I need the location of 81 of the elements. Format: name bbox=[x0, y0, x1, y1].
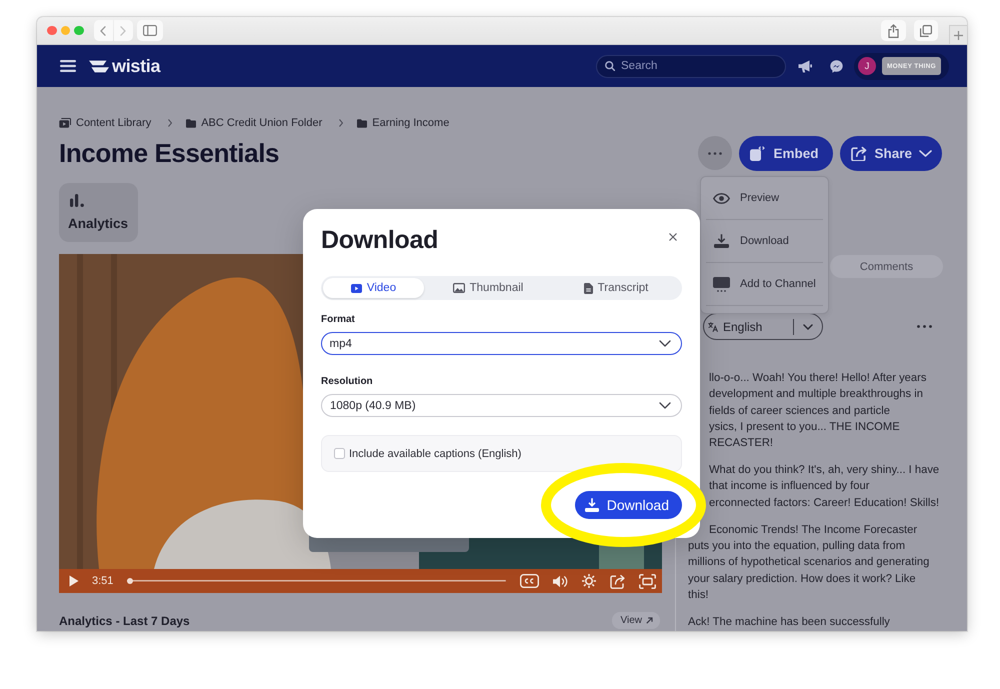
transcript-paragraph: llo-o-o... Woah! You there! Hello! After years development and multiple breakthroughs in fields of career sciences and particle ysics, I present to you... THE INCOME RECASTER! bbox=[709, 371, 926, 452]
close-icon[interactable] bbox=[669, 233, 677, 241]
progress-thumb[interactable] bbox=[127, 578, 134, 584]
more-icon bbox=[708, 152, 722, 154]
checkbox-label: Include available captions (English) bbox=[349, 448, 522, 460]
back-button[interactable] bbox=[94, 20, 112, 41]
plus-icon bbox=[954, 30, 963, 40]
embed-button[interactable]: Embed bbox=[739, 136, 834, 170]
folder-icon bbox=[357, 118, 368, 128]
select-field[interactable]: 1080p (40.9 MB) bbox=[321, 394, 682, 417]
menu-icon[interactable] bbox=[60, 60, 76, 72]
monitor-icon bbox=[713, 276, 730, 292]
sidebar-button[interactable] bbox=[136, 20, 162, 41]
share-icon bbox=[851, 146, 868, 160]
page-title: Income Essentials bbox=[59, 138, 280, 168]
more-icon[interactable] bbox=[917, 325, 932, 328]
eye-icon bbox=[713, 192, 730, 204]
select-field[interactable]: mp4 bbox=[321, 332, 682, 355]
field-label: Resolution bbox=[321, 376, 373, 388]
tab[interactable]: Video bbox=[323, 278, 424, 298]
transcript-paragraph: Ack! The machine has been successfully bbox=[688, 614, 890, 630]
checkbox[interactable] bbox=[334, 448, 345, 459]
share-icon[interactable] bbox=[610, 574, 625, 588]
folder-icon bbox=[186, 118, 196, 128]
captions-icon[interactable] bbox=[520, 574, 539, 588]
share-icon bbox=[888, 24, 899, 38]
breadcrumb-link[interactable]: ABC Credit Union Folder bbox=[186, 117, 322, 129]
chevron-right-icon bbox=[120, 26, 126, 36]
volume-icon[interactable] bbox=[553, 574, 568, 588]
share-button[interactable] bbox=[881, 20, 906, 41]
sidebar-icon bbox=[142, 25, 156, 36]
chevron-right-icon bbox=[168, 119, 172, 127]
download-icon bbox=[584, 498, 599, 512]
fullscreen-icon[interactable] bbox=[639, 574, 656, 588]
arrow-icon bbox=[646, 617, 653, 624]
dialog-title: Download bbox=[321, 228, 438, 253]
chevron-down-icon bbox=[659, 340, 671, 347]
progress-track[interactable] bbox=[127, 578, 506, 584]
megaphone-icon[interactable] bbox=[798, 60, 812, 72]
bar-chart-icon bbox=[70, 194, 85, 207]
breadcrumb-link[interactable]: Earning Income bbox=[357, 117, 450, 129]
document-icon bbox=[584, 282, 593, 294]
chevron-down-icon bbox=[919, 150, 932, 156]
tab[interactable]: Thumbnail bbox=[424, 278, 552, 298]
time-label: 3:51 bbox=[92, 575, 114, 587]
field-label: Format bbox=[321, 314, 355, 326]
play-icon[interactable] bbox=[69, 575, 79, 587]
image-icon bbox=[452, 283, 465, 293]
breadcrumb-link[interactable]: Content Library bbox=[59, 117, 152, 129]
chevron-right-icon bbox=[339, 119, 344, 127]
transcript-paragraph: What do you think? It's, ah, very shiny... I have that income is influenced by four erconnected factors: Career! Education! Skills! bbox=[709, 463, 940, 511]
tab[interactable]: Comments bbox=[830, 255, 943, 278]
search-field[interactable]: Search bbox=[596, 54, 786, 78]
search-icon bbox=[605, 61, 615, 71]
logo-text: wistia bbox=[112, 56, 160, 76]
video-icon bbox=[350, 284, 362, 292]
analytics-button[interactable]: Analytics bbox=[59, 183, 138, 242]
download-icon bbox=[714, 234, 729, 248]
close-window-button[interactable] bbox=[47, 26, 56, 36]
logo-icon bbox=[89, 60, 109, 72]
chevron-left-icon bbox=[100, 26, 106, 36]
menu-item[interactable]: Download bbox=[706, 220, 823, 263]
new-tab-button[interactable] bbox=[949, 25, 967, 44]
code-square-icon bbox=[750, 146, 766, 160]
transcript-paragraph: Economic Trends! The Income Forecaster puts you into the equation, pulling data from millions of hypothetical scenarios and generating your salary prediction. How does it work? Like this! bbox=[688, 522, 930, 603]
share-button[interactable]: Share bbox=[840, 136, 942, 170]
download-button[interactable]: Download bbox=[574, 491, 682, 519]
view-link[interactable]: View bbox=[612, 612, 660, 629]
chat-icon[interactable] bbox=[830, 60, 843, 72]
chevron-down-icon bbox=[803, 324, 813, 330]
tabs-icon bbox=[920, 24, 932, 36]
section-title: Analytics - Last 7 Days bbox=[59, 614, 190, 628]
translate-icon bbox=[708, 322, 718, 332]
chevron-down-icon bbox=[659, 402, 671, 409]
avatar: J bbox=[858, 57, 876, 75]
tab[interactable]: Transcript bbox=[552, 278, 680, 298]
tabs-button[interactable] bbox=[914, 20, 938, 41]
settings-icon[interactable] bbox=[582, 574, 596, 588]
library-icon bbox=[59, 118, 71, 128]
menu-item[interactable]: Preview bbox=[706, 177, 823, 220]
menu-item[interactable]: Add to Channel bbox=[706, 263, 823, 306]
